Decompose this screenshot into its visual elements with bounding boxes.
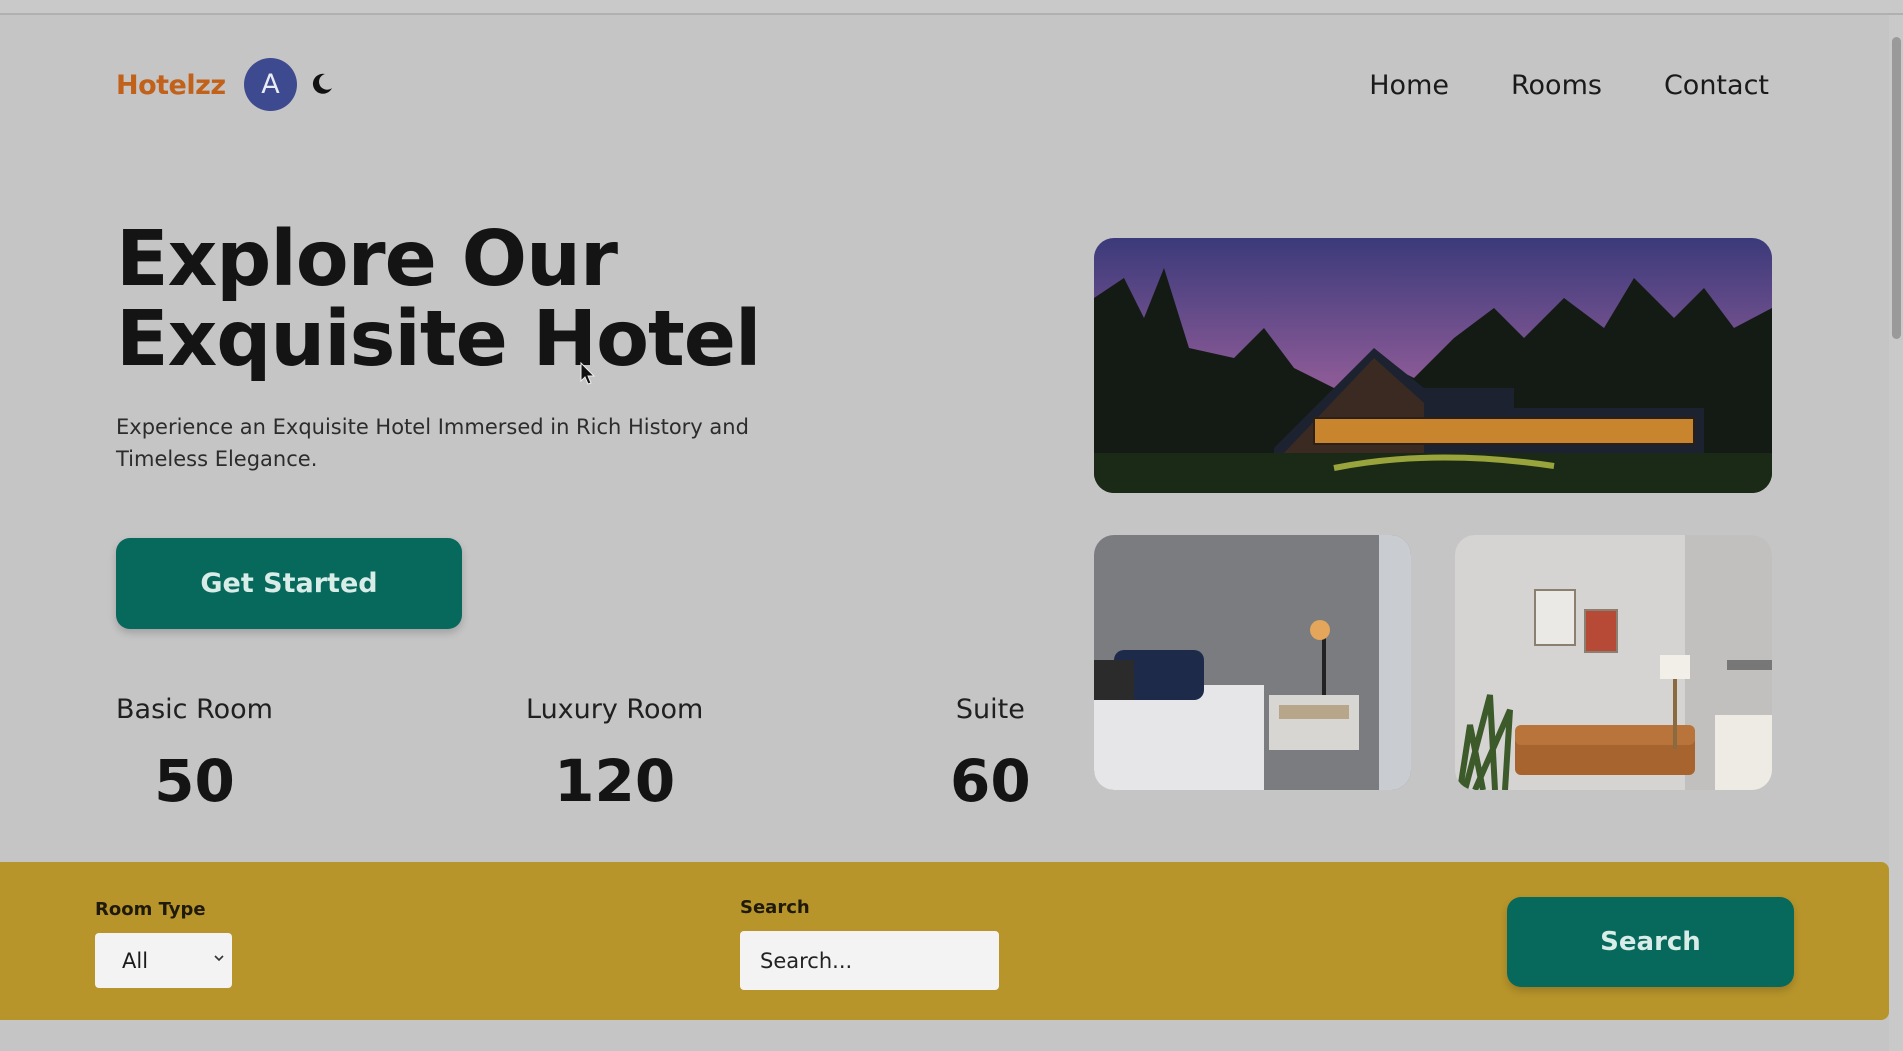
nav-contact[interactable]: Contact (1664, 70, 1769, 101)
stat-label: Luxury Room (526, 694, 704, 725)
site-header: Hotelzz A Home Rooms Contact (0, 15, 1889, 145)
stat-suite: Suite 60 (950, 694, 1031, 815)
stat-label: Basic Room (116, 694, 273, 725)
search-button[interactable]: Search (1507, 897, 1794, 987)
stat-basic-room: Basic Room 50 (116, 694, 273, 815)
search-input[interactable]: Search... (740, 931, 999, 990)
nav-rooms[interactable]: Rooms (1511, 70, 1602, 101)
room-type-select[interactable]: All (95, 933, 232, 988)
living-room-image (1455, 535, 1772, 790)
get-started-button[interactable]: Get Started (116, 538, 462, 629)
bedroom-image (1094, 535, 1411, 790)
hero-title: Explore Our Exquisite Hotel (116, 215, 761, 384)
main-nav: Home Rooms Contact (1369, 70, 1769, 101)
search-label: Search (740, 897, 810, 918)
avatar[interactable]: A (244, 58, 297, 111)
stat-label: Suite (955, 694, 1025, 725)
hero-subtitle: Experience an Exquisite Hotel Immersed i… (116, 415, 749, 471)
scrollbar[interactable] (1889, 15, 1903, 1051)
mouse-cursor-icon (580, 362, 596, 385)
stat-value: 50 (154, 747, 235, 815)
stat-luxury-room: Luxury Room 120 (526, 694, 703, 815)
room-type-label: Room Type (95, 899, 206, 920)
top-border (0, 0, 1903, 15)
room-type-value: All (122, 948, 149, 973)
stat-value: 60 (950, 747, 1031, 815)
chevron-down-icon (214, 955, 224, 962)
scrollbar-thumb[interactable] (1892, 37, 1901, 339)
stat-value: 120 (554, 747, 676, 815)
logo[interactable]: Hotelzz (116, 70, 226, 101)
room-filter-bar: Room Type All Search Search... Search (0, 862, 1889, 1020)
nav-home[interactable]: Home (1369, 70, 1449, 101)
hotel-exterior-image (1094, 238, 1772, 493)
moon-icon[interactable] (309, 71, 335, 97)
